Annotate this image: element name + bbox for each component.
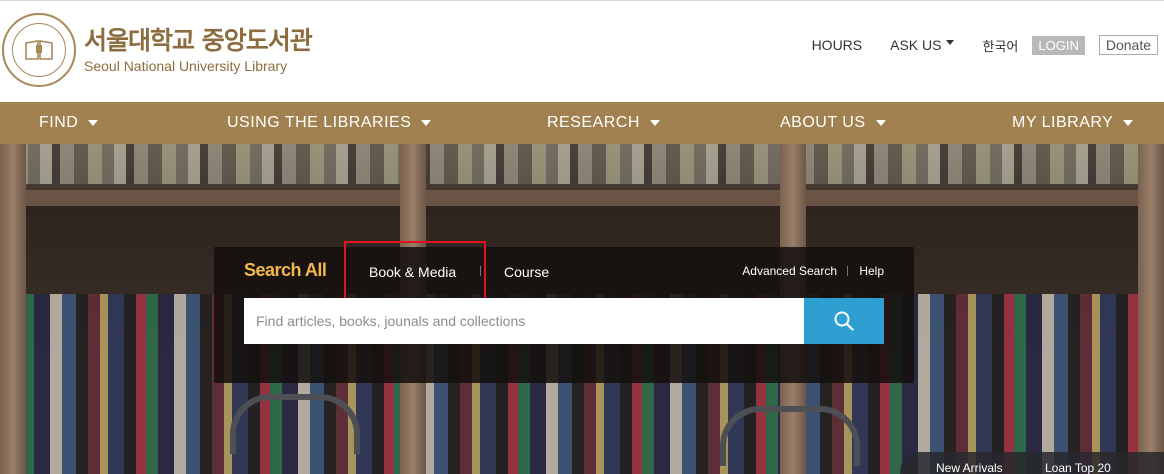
search-tabs: Search All Book & Media Course Advanced …: [214, 241, 914, 301]
advanced-search-link[interactable]: Advanced Search: [742, 264, 837, 278]
nav-about-label: ABOUT US: [780, 114, 866, 131]
search-input[interactable]: [244, 298, 804, 344]
tab-course[interactable]: Course: [504, 264, 549, 280]
university-seal-icon: [2, 13, 76, 87]
main-navigation: FIND USING THE LIBRARIES RESEARCH ABOUT …: [0, 102, 1164, 144]
link-divider: [847, 266, 848, 276]
search-panel: Search All Book & Media Course Advanced …: [214, 241, 914, 383]
tab-search-all[interactable]: Search All: [244, 260, 327, 281]
caret-down-icon: [421, 120, 432, 126]
nav-using-the-libraries[interactable]: USING THE LIBRARIES: [227, 102, 432, 144]
nav-using-label: USING THE LIBRARIES: [227, 114, 412, 131]
nav-research-label: RESEARCH: [547, 114, 640, 131]
korean-label: 한국어: [982, 39, 1019, 55]
logo-korean-title: 서울대학교 중앙도서관: [84, 26, 313, 55]
site-header: 서울대학교 중앙도서관 Seoul National University Li…: [0, 0, 1164, 102]
caret-down-icon: [875, 120, 886, 126]
quick-links-panel: New Arrivals Loan Top 20: [900, 452, 1164, 474]
ask-us-menu[interactable]: ASK US: [890, 37, 955, 53]
nav-research[interactable]: RESEARCH: [547, 102, 660, 144]
loan-top-20-link[interactable]: Loan Top 20: [1045, 461, 1111, 474]
login-button[interactable]: LOGIN: [1032, 35, 1085, 55]
caret-down-icon: [1123, 120, 1134, 126]
red-highlight-box: [344, 241, 486, 301]
nav-find-label: FIND: [39, 114, 79, 131]
logo-english-title: Seoul National University Library: [84, 58, 288, 74]
hours-label: HOURS: [811, 37, 863, 53]
help-link[interactable]: Help: [859, 264, 884, 278]
nav-find[interactable]: FIND: [39, 102, 99, 144]
ask-us-label: ASK US: [890, 37, 942, 53]
nav-my-library[interactable]: MY LIBRARY: [1012, 102, 1134, 144]
hours-link[interactable]: HOURS: [812, 37, 863, 53]
caret-down-icon: [649, 120, 660, 126]
search-button[interactable]: [804, 298, 884, 344]
new-arrivals-link[interactable]: New Arrivals: [936, 461, 1003, 474]
donate-button[interactable]: Donate: [1098, 35, 1158, 55]
caret-down-icon: [946, 40, 955, 45]
search-icon: [834, 311, 854, 331]
language-korean-link[interactable]: 한국어: [982, 36, 1018, 55]
caret-down-icon: [88, 120, 99, 126]
library-logo[interactable]: 서울대학교 중앙도서관 Seoul National University Li…: [0, 13, 313, 87]
nav-about-us[interactable]: ABOUT US: [780, 102, 886, 144]
utility-menu: HOURS ASK US 한국어 LOGIN Donate: [784, 35, 1158, 55]
nav-my-library-label: MY LIBRARY: [1012, 114, 1114, 131]
